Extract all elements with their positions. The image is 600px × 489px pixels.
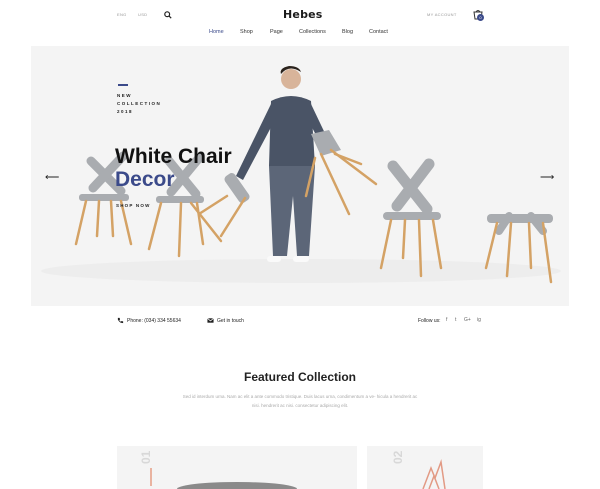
- hero-tag-new: NEW: [117, 93, 132, 98]
- hero-tag-collection: COLLECTION: [117, 101, 162, 106]
- hero-subtitle: Decor: [115, 168, 175, 191]
- nav-item-page[interactable]: Page: [270, 29, 283, 35]
- get-in-touch-link[interactable]: Get in touch: [217, 318, 244, 324]
- card-number: 02: [391, 450, 405, 464]
- hero-tag-year: 2018: [117, 109, 134, 114]
- top-bar: ENG USD Hebes MY ACCOUNT 0: [0, 0, 600, 28]
- main-nav: Home Shop Page Collections Blog Contact: [0, 29, 600, 41]
- featured-title: Featured Collection: [243, 370, 356, 384]
- facebook-icon[interactable]: f: [446, 317, 447, 323]
- nav-item-home[interactable]: Home: [209, 29, 224, 35]
- my-account-link[interactable]: MY ACCOUNT: [427, 12, 457, 17]
- search-icon[interactable]: [164, 11, 172, 19]
- product-card[interactable]: 02: [367, 446, 483, 489]
- chair-illustration: [379, 158, 443, 278]
- product-card[interactable]: 01: [117, 446, 357, 489]
- site-logo[interactable]: Hebes: [283, 8, 323, 21]
- arrow-right-icon[interactable]: ⟶: [540, 173, 554, 183]
- nav-item-contact[interactable]: Contact: [369, 29, 388, 35]
- product-image: [177, 482, 297, 489]
- phone-number[interactable]: Phone: (034) 334 55634: [127, 318, 181, 324]
- nav-item-collections[interactable]: Collections: [299, 29, 326, 35]
- hero-title: White Chair: [115, 145, 232, 168]
- hero-tagline: NEW COLLECTION 2018: [117, 92, 161, 116]
- hero-accent-line: [118, 84, 128, 86]
- arrow-left-icon[interactable]: ⟵: [45, 173, 59, 183]
- currency-selector[interactable]: USD: [138, 12, 147, 17]
- product-image: [422, 459, 446, 489]
- nav-item-shop[interactable]: Shop: [240, 29, 253, 35]
- card-number: 01: [139, 450, 153, 464]
- instagram-icon[interactable]: ig: [477, 317, 481, 323]
- hero-slider: NEW COLLECTION 2018 White Chair Decor SH…: [31, 46, 569, 306]
- cart-count-badge: 0: [477, 14, 484, 21]
- card-accent: [150, 468, 152, 486]
- follow-label: Follow us:: [418, 318, 441, 324]
- nav-item-blog[interactable]: Blog: [342, 29, 353, 35]
- google-plus-icon[interactable]: G+: [464, 317, 471, 323]
- info-bar: Phone: (034) 334 55634 Get in touch Foll…: [0, 316, 600, 328]
- featured-description: Sed id interdum urna. Nam ac elit a ante…: [182, 394, 418, 408]
- shop-now-button[interactable]: SHOP NOW: [116, 203, 151, 208]
- language-selector[interactable]: ENG: [117, 12, 127, 17]
- twitter-icon[interactable]: t: [455, 317, 456, 323]
- model-person: [236, 66, 331, 262]
- mail-icon: [207, 318, 214, 323]
- hero-image: [41, 66, 561, 284]
- phone-icon: [117, 317, 124, 324]
